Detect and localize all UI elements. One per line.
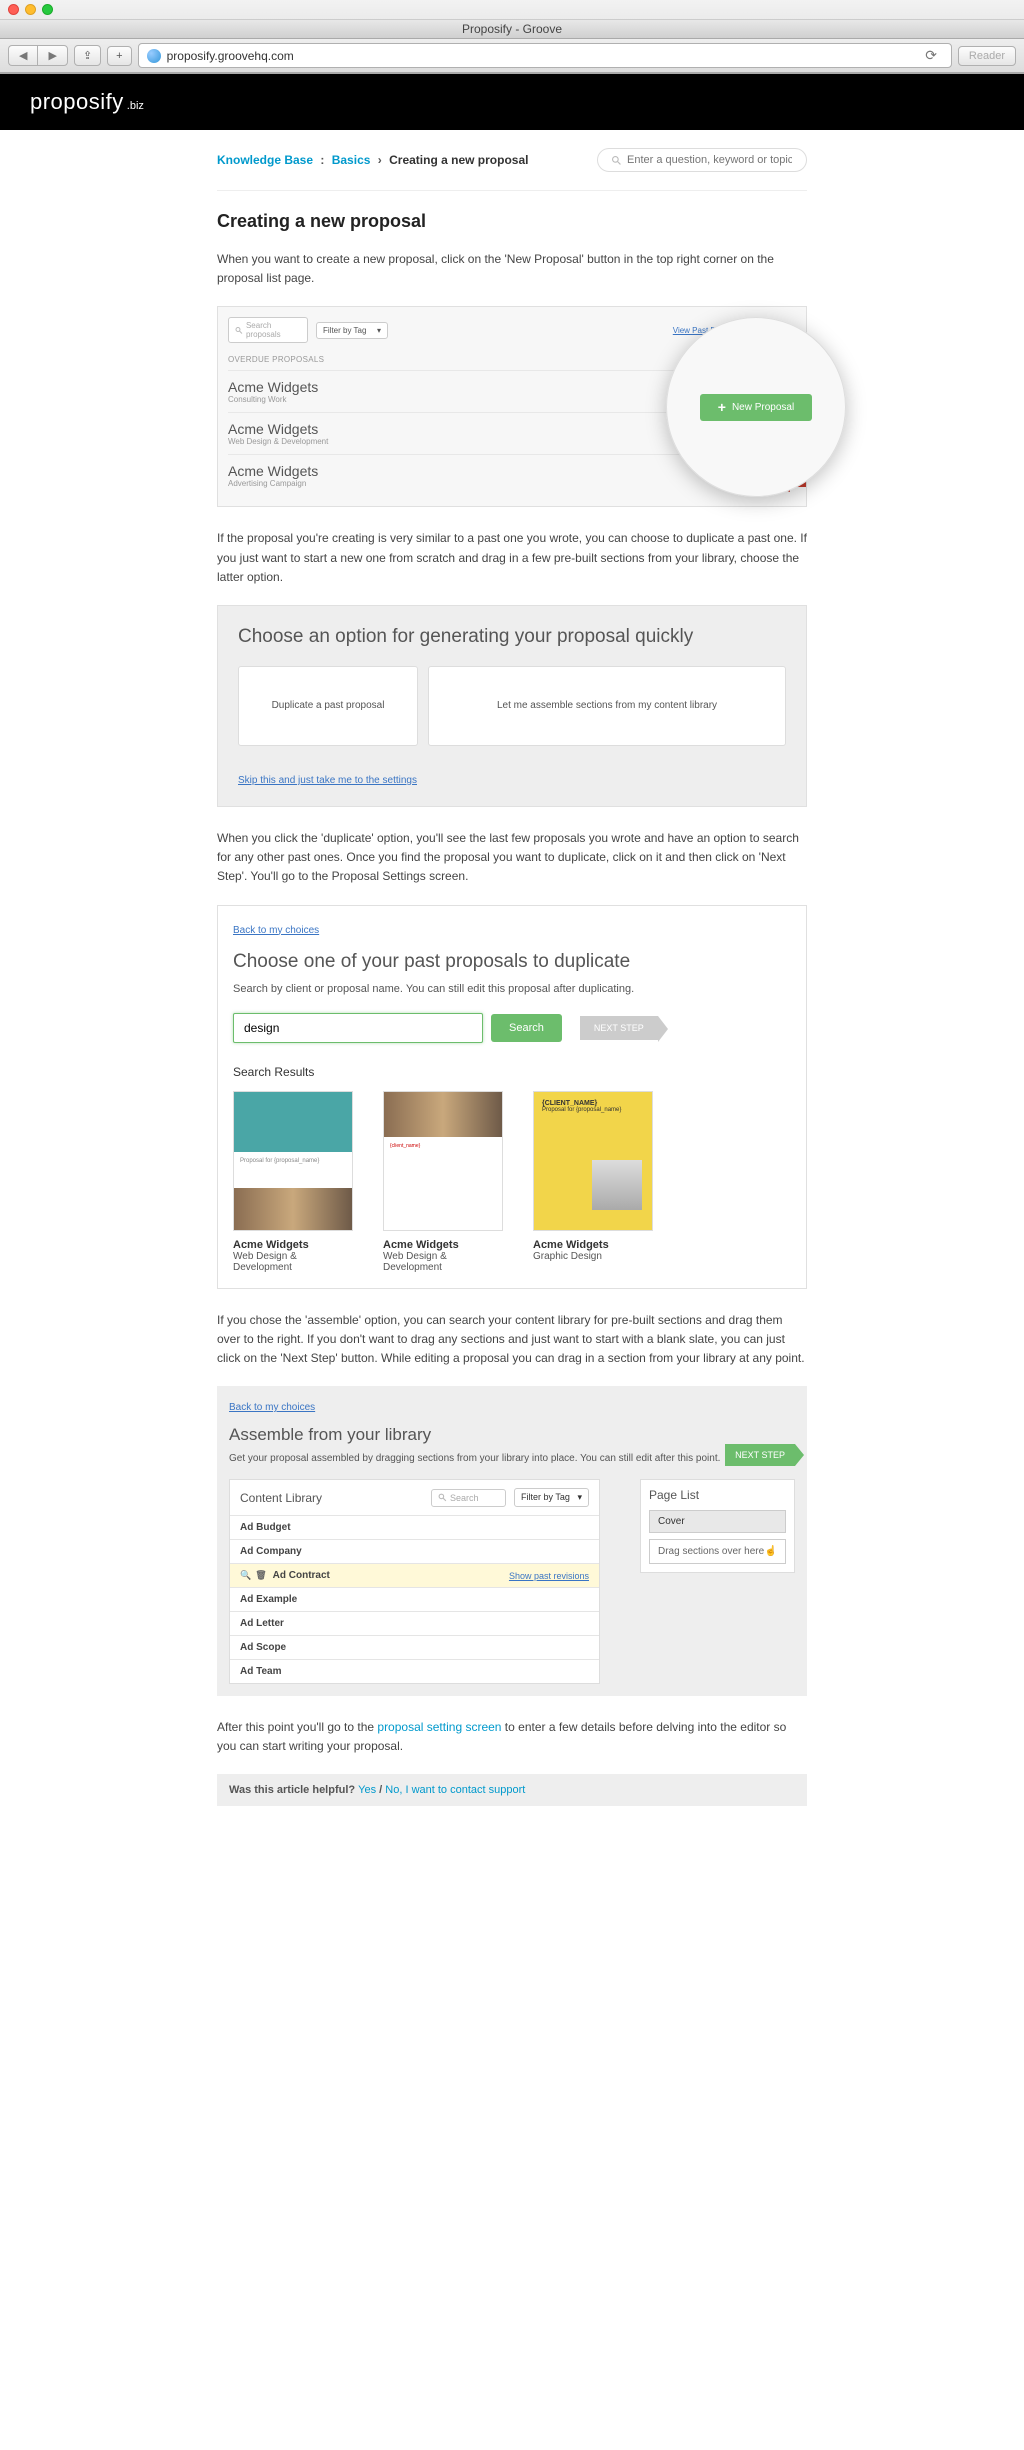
mock-subtext: Get your proposal assembled by dragging … <box>229 1453 795 1464</box>
search-icon <box>235 326 243 335</box>
breadcrumb-basics[interactable]: Basics <box>332 153 371 167</box>
paragraph: After this point you'll go to the propos… <box>217 1718 807 1756</box>
logo[interactable]: proposify .biz <box>30 89 994 115</box>
breadcrumb-sep: › <box>378 153 382 167</box>
paragraph: If the proposal you're creating is very … <box>217 529 807 587</box>
mock-skip-link: Skip this and just take me to the settin… <box>238 775 417 786</box>
mock-library-item: Ad Example <box>230 1587 599 1611</box>
screenshot-assemble: Back to my choices Assemble from your li… <box>217 1386 807 1696</box>
mock-library-item: Ad Scope <box>230 1635 599 1659</box>
mock-next-step-button: NEXT STEP <box>580 1016 658 1040</box>
mock-library-label: Content Library <box>240 1491 423 1505</box>
back-button[interactable]: ◀ <box>8 45 37 66</box>
mock-search-input <box>233 1013 483 1043</box>
mock-pagelist-panel: Page List Cover Drag sections over here … <box>640 1479 795 1573</box>
search-icon <box>612 156 621 165</box>
feedback-question: Was this article helpful? <box>229 1784 358 1796</box>
url-bar[interactable]: proposify.groovehq.com ⟳ <box>138 43 952 68</box>
reload-icon[interactable]: ⟳ <box>919 47 943 64</box>
mock-result-card: Proposal for {proposal_name} Acme Widget… <box>233 1091 353 1273</box>
magnifier-overlay: + New Proposal <box>666 317 846 497</box>
mock-option-duplicate: Duplicate a past proposal <box>238 666 418 746</box>
mock-past-revisions-link: Show past revisions <box>509 1571 589 1581</box>
mock-library-item: Ad Budget <box>230 1515 599 1539</box>
logo-suffix: .biz <box>127 100 144 112</box>
window-controls <box>0 0 1024 19</box>
mock-library-item-active: 🔍🗑 Ad Contract Show past revisions <box>230 1563 599 1587</box>
plus-icon: + <box>718 402 726 412</box>
mock-library-item: Ad Company <box>230 1539 599 1563</box>
mock-cover-item: Cover <box>649 1510 786 1533</box>
hand-icon: ☝ <box>765 1546 777 1557</box>
mock-filter-dropdown: Filter by Tag▾ <box>316 322 388 339</box>
mock-subtext: Search by client or proposal name. You c… <box>233 983 791 995</box>
mock-pagelist-label: Page List <box>649 1488 786 1502</box>
breadcrumb: Knowledge Base : Basics › Creating a new… <box>217 153 528 167</box>
browser-chrome: Proposify - Groove ◀ ▶ ⇪ + proposify.gro… <box>0 0 1024 74</box>
mock-library-panel: Content Library Search Filter by Tag▾ Ad… <box>229 1479 600 1684</box>
mock-next-step-button: NEXT STEP <box>725 1444 795 1466</box>
kb-search[interactable] <box>597 148 807 172</box>
item-action-icons: 🔍🗑 <box>240 1570 267 1581</box>
close-icon[interactable] <box>8 4 19 15</box>
intro-paragraph: When you want to create a new proposal, … <box>217 250 807 288</box>
kb-search-input[interactable] <box>627 154 792 166</box>
add-tab-button[interactable]: + <box>107 46 131 66</box>
feedback-yes-link[interactable]: Yes <box>358 1784 376 1796</box>
trash-icon: 🗑 <box>255 1570 266 1581</box>
globe-icon <box>147 49 161 63</box>
new-proposal-button: + New Proposal <box>700 394 812 421</box>
site-header: proposify .biz <box>0 74 1024 130</box>
page-title: Creating a new proposal <box>217 211 807 232</box>
mock-mini-filter: Filter by Tag▾ <box>514 1488 589 1507</box>
chevron-down-icon: ▾ <box>377 326 381 335</box>
search-icon: 🔍 <box>240 1570 251 1581</box>
paragraph: If you chose the 'assemble' option, you … <box>217 1311 807 1369</box>
mock-search-input: Search proposals <box>228 317 308 343</box>
mock-mini-search: Search <box>431 1489 506 1507</box>
mock-search-button: Search <box>491 1014 562 1042</box>
reader-button[interactable]: Reader <box>958 46 1016 66</box>
url-text: proposify.groovehq.com <box>167 49 294 63</box>
chevron-down-icon: ▾ <box>577 1492 582 1503</box>
zoom-icon[interactable] <box>42 4 53 15</box>
mock-heading: Assemble from your library <box>229 1425 795 1445</box>
article-feedback: Was this article helpful? Yes / No, I wa… <box>217 1774 807 1806</box>
mock-result-card: {client_name} Acme Widgets Web Design & … <box>383 1091 503 1273</box>
breadcrumb-kb[interactable]: Knowledge Base <box>217 153 313 167</box>
mock-library-item: Ad Team <box>230 1659 599 1683</box>
feedback-no-link[interactable]: No, I want to contact support <box>385 1784 525 1796</box>
screenshot-proposal-list: Search proposals Filter by Tag▾ View Pas… <box>217 306 807 507</box>
forward-button[interactable]: ▶ <box>37 45 67 66</box>
mock-results-label: Search Results <box>233 1065 791 1079</box>
breadcrumb-sep: : <box>320 153 324 167</box>
proposal-settings-link[interactable]: proposal setting screen <box>377 1720 501 1734</box>
screenshot-duplicate: Back to my choices Choose one of your pa… <box>217 905 807 1289</box>
screenshot-choose-option: Choose an option for generating your pro… <box>217 605 807 807</box>
mock-heading: Choose an option for generating your pro… <box>238 626 786 648</box>
mock-back-link: Back to my choices <box>233 925 319 936</box>
minimize-icon[interactable] <box>25 4 36 15</box>
mock-back-link: Back to my choices <box>229 1402 315 1413</box>
divider <box>217 190 807 191</box>
mock-heading: Choose one of your past proposals to dup… <box>233 951 791 973</box>
mock-result-card: {CLIENT_NAME}Proposal for {proposal_name… <box>533 1091 653 1273</box>
mock-option-assemble: Let me assemble sections from my content… <box>428 666 786 746</box>
mock-library-item: Ad Letter <box>230 1611 599 1635</box>
browser-toolbar: ◀ ▶ ⇪ + proposify.groovehq.com ⟳ Reader <box>0 39 1024 73</box>
browser-tab-title: Proposify - Groove <box>0 19 1024 39</box>
search-icon <box>438 1493 447 1502</box>
mock-drop-zone: Drag sections over here ☝ <box>649 1539 786 1564</box>
paragraph: When you click the 'duplicate' option, y… <box>217 829 807 887</box>
logo-text: proposify <box>30 89 124 115</box>
share-button[interactable]: ⇪ <box>74 45 101 66</box>
breadcrumb-current: Creating a new proposal <box>389 153 528 167</box>
